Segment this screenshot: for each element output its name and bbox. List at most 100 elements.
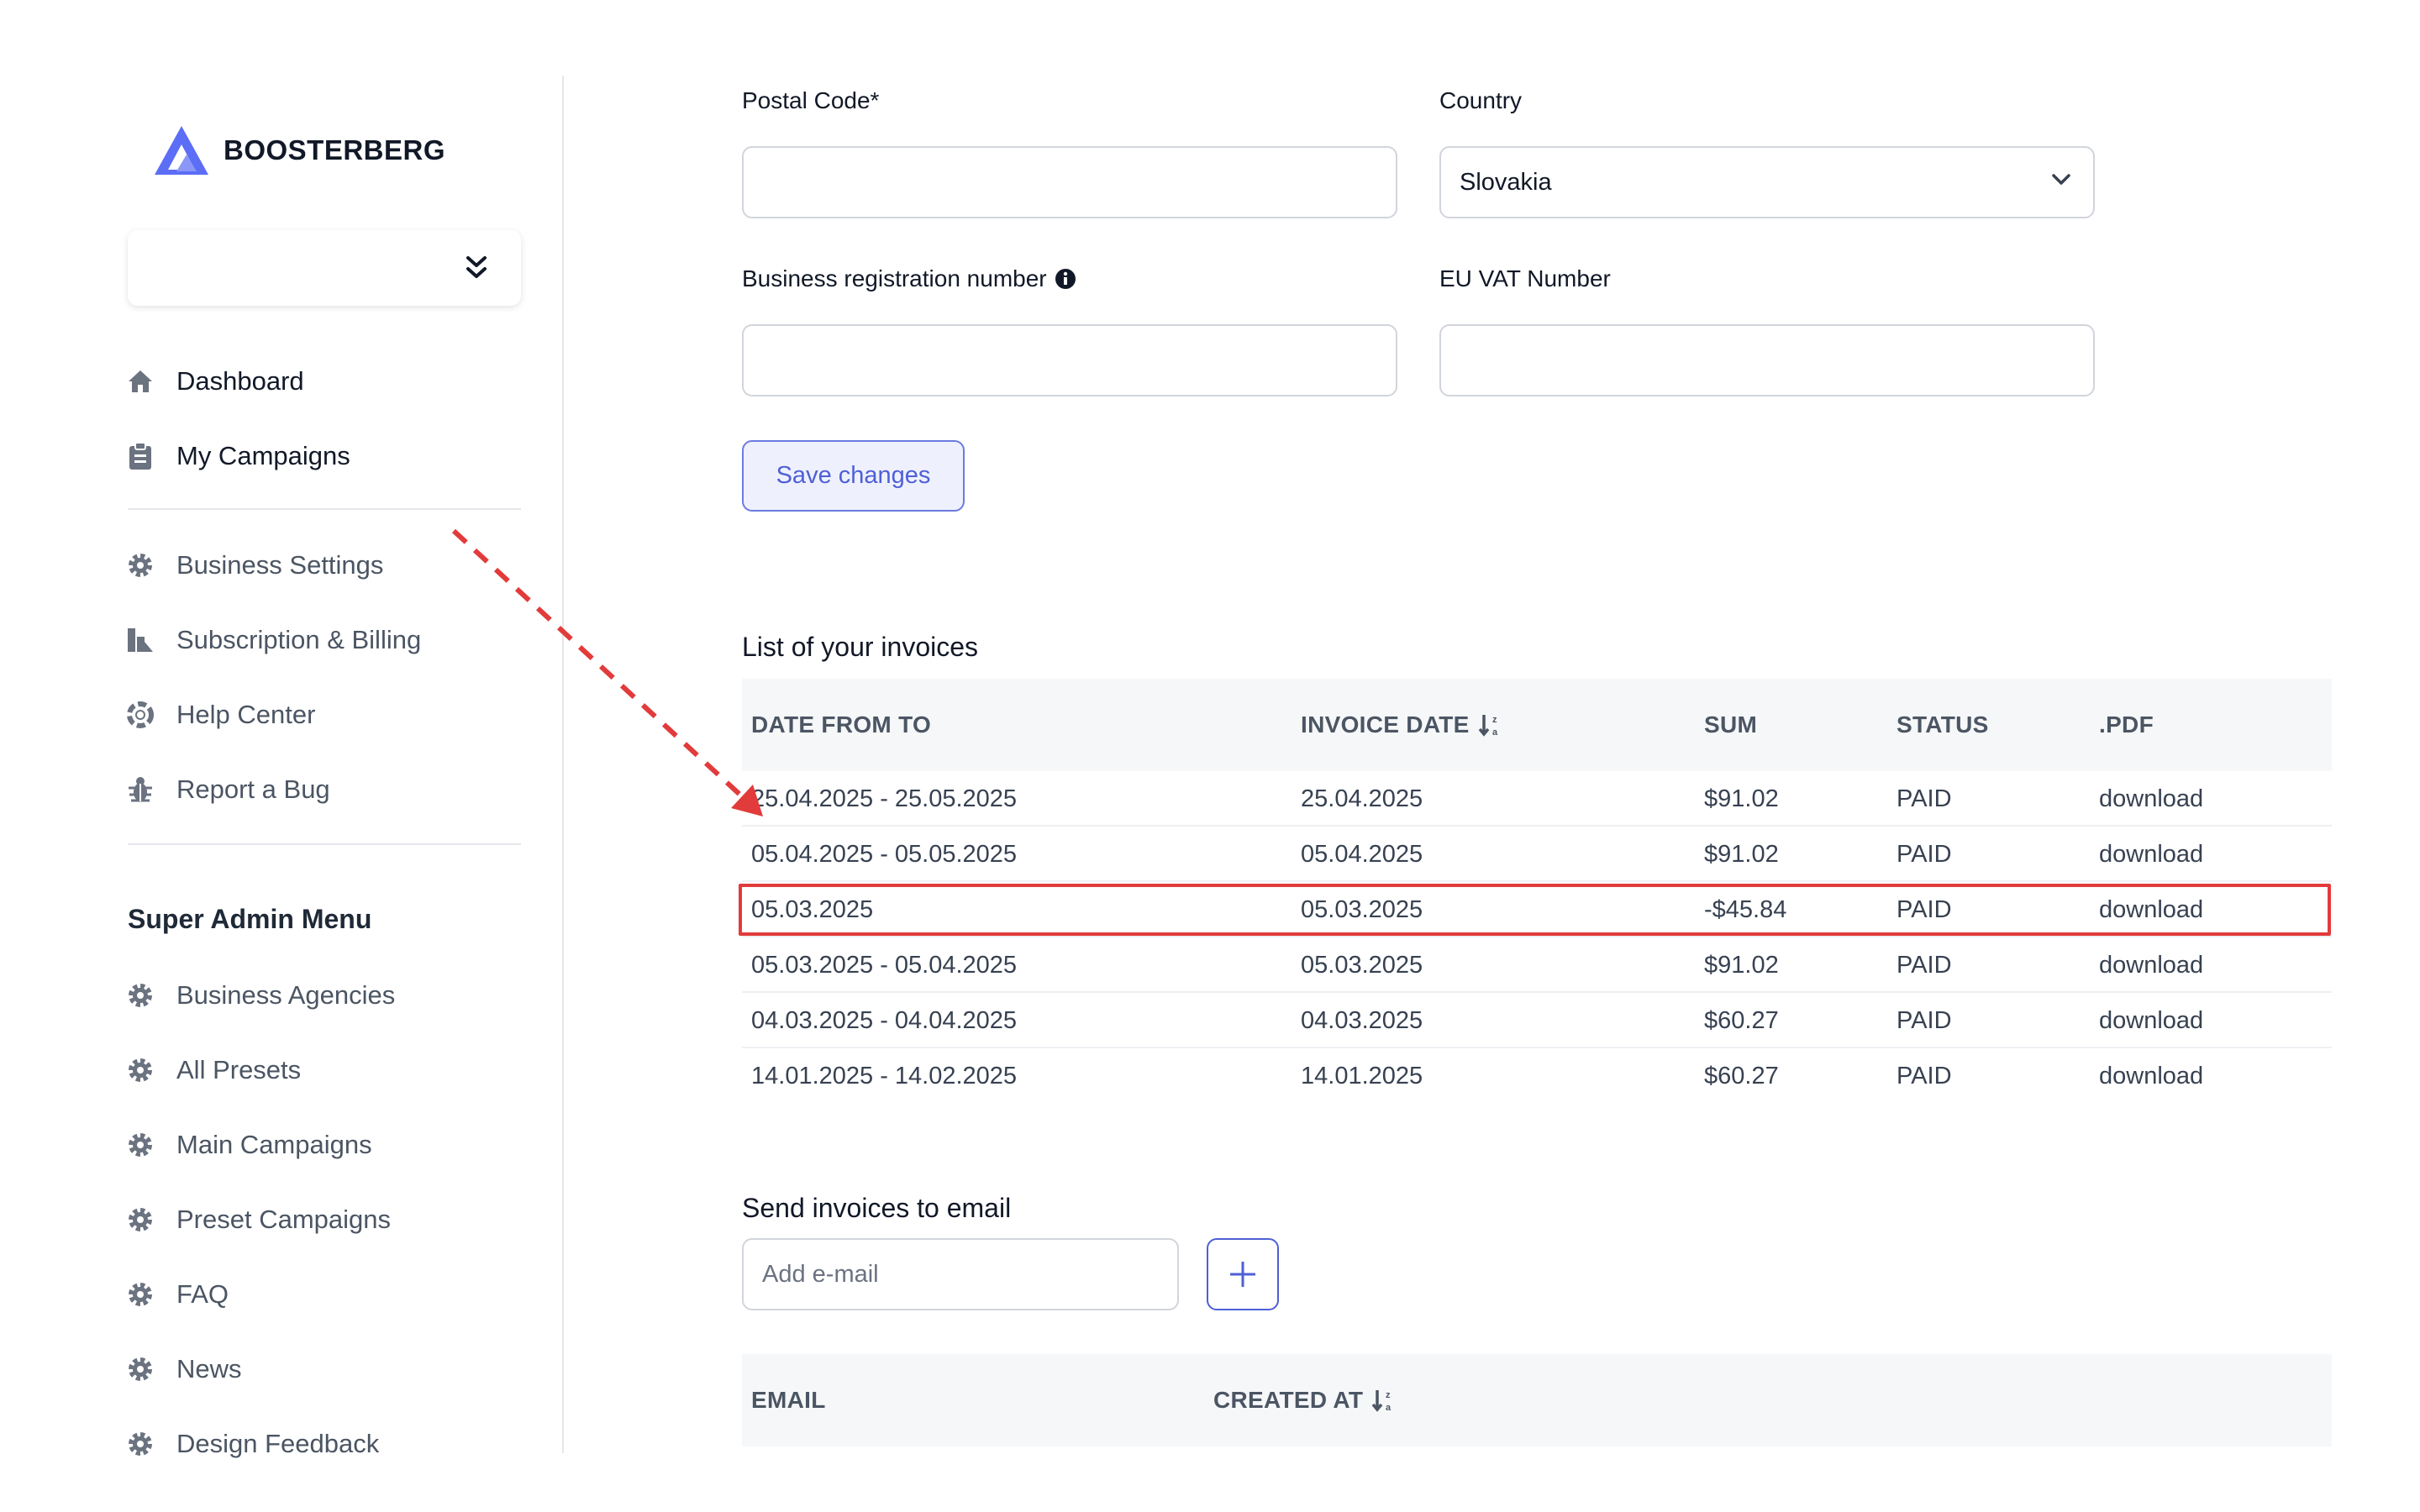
sidebar-border <box>562 76 564 1453</box>
brand-name: BOOSTERBERG <box>224 134 446 165</box>
sort-icon[interactable]: za <box>1478 712 1503 738</box>
table-row: 04.03.2025 - 04.04.2025 04.03.2025 $60.2… <box>742 993 2332 1048</box>
gear-icon <box>126 1205 155 1234</box>
cell-date-range: 04.03.2025 - 04.04.2025 <box>751 1006 1018 1034</box>
sidebar-item-label: Main Campaigns <box>176 1130 372 1159</box>
cell-sum: $91.02 <box>1704 951 1779 979</box>
invoices-table-header: DATE FROM TO INVOICE DATE za SUM STATUS … <box>742 679 2332 771</box>
sidebar-item-design-feedback[interactable]: Design Feedback <box>126 1419 379 1469</box>
gear-icon <box>126 1355 155 1383</box>
sidebar-item-label: Business Agencies <box>176 980 396 1010</box>
cell-sum: $60.27 <box>1704 1062 1779 1089</box>
gear-icon <box>126 1280 155 1309</box>
sidebar-item-label: My Campaigns <box>176 441 350 470</box>
sort-icon[interactable]: za <box>1371 1388 1397 1413</box>
sidebar-item-label: Subscription & Billing <box>176 625 422 654</box>
svg-text:z: z <box>1492 715 1497 725</box>
download-link[interactable]: download <box>2099 1048 2203 1104</box>
country-select[interactable]: Slovakia <box>1439 146 2095 218</box>
sidebar-item-report-bug[interactable]: Report a Bug <box>126 764 330 815</box>
sidebar-item-label: All Presets <box>176 1055 302 1084</box>
cell-invoice-date: 04.03.2025 <box>1301 1006 1423 1034</box>
sidebar-item-dashboard[interactable]: Dashboard <box>126 356 304 407</box>
cell-date-range: 05.04.2025 - 05.05.2025 <box>751 840 1018 868</box>
sidebar-item-business-settings[interactable]: Business Settings <box>126 540 383 591</box>
save-changes-button[interactable]: Save changes <box>742 440 965 512</box>
plus-icon <box>1230 1262 1255 1287</box>
cell-status: PAID <box>1897 785 1952 812</box>
cell-status: PAID <box>1897 1006 1952 1034</box>
business-registration-input[interactable] <box>742 324 1397 396</box>
sidebar-item-label: FAQ <box>176 1279 229 1309</box>
table-row: 14.01.2025 - 14.02.2025 14.01.2025 $60.2… <box>742 1048 2332 1104</box>
add-email-button[interactable] <box>1207 1238 1279 1310</box>
invoices-heading: List of your invoices <box>742 632 979 662</box>
info-icon[interactable] <box>1055 268 1076 290</box>
gear-icon <box>126 1131 155 1159</box>
gear-icon <box>126 981 155 1010</box>
cell-sum: $91.02 <box>1704 785 1779 812</box>
column-invoice-date[interactable]: INVOICE DATE za <box>1301 679 1503 771</box>
svg-text:a: a <box>1386 1403 1392 1413</box>
sidebar-item-label: Dashboard <box>176 366 304 396</box>
svg-text:a: a <box>1492 727 1498 738</box>
super-admin-menu-title: Super Admin Menu <box>128 904 372 934</box>
sidebar-item-label: Design Feedback <box>176 1429 380 1458</box>
email-input[interactable] <box>742 1238 1179 1310</box>
sidebar-item-help-center[interactable]: Help Center <box>126 690 315 740</box>
cell-sum: $91.02 <box>1704 840 1779 868</box>
lifebuoy-icon <box>126 701 155 729</box>
email-table-header: EMAIL CREATED AT za <box>742 1354 2332 1446</box>
download-link[interactable]: download <box>2099 827 2203 882</box>
column-status: STATUS <box>1897 711 1989 738</box>
gear-icon <box>126 1430 155 1458</box>
clipboard-icon <box>126 442 155 470</box>
sidebar-item-preset-campaigns[interactable]: Preset Campaigns <box>126 1194 391 1245</box>
sidebar-item-all-presets[interactable]: All Presets <box>126 1045 301 1095</box>
sidebar-item-business-agencies[interactable]: Business Agencies <box>126 970 395 1021</box>
column-invoice-date-label: INVOICE DATE <box>1301 711 1470 738</box>
gear-icon <box>126 1056 155 1084</box>
sidebar-item-label: Help Center <box>176 700 316 729</box>
business-registration-label: Business registration number <box>742 265 1076 292</box>
cell-sum: $60.27 <box>1704 1006 1779 1034</box>
country-select-value: Slovakia <box>1460 168 1552 196</box>
download-link[interactable]: download <box>2099 937 2203 993</box>
download-link[interactable]: download <box>2099 993 2203 1048</box>
eu-vat-input[interactable] <box>1439 324 2095 396</box>
cell-status: PAID <box>1897 840 1952 868</box>
postal-code-label: Postal Code* <box>742 87 880 113</box>
cell-date-range: 14.01.2025 - 14.02.2025 <box>751 1062 1018 1089</box>
sidebar-item-faq[interactable]: FAQ <box>126 1269 229 1320</box>
cell-status: PAID <box>1897 1062 1952 1089</box>
brand-logo[interactable]: BOOSTERBERG <box>153 124 445 176</box>
sidebar-item-label: Preset Campaigns <box>176 1205 392 1234</box>
column-created-at-label: CREATED AT <box>1213 1387 1364 1413</box>
table-row: 05.03.2025 - 05.04.2025 05.03.2025 $91.0… <box>742 937 2332 993</box>
sidebar-item-my-campaigns[interactable]: My Campaigns <box>126 431 350 481</box>
postal-code-input[interactable] <box>742 146 1397 218</box>
cell-date-range: 25.04.2025 - 25.05.2025 <box>751 785 1018 812</box>
cell-status: PAID <box>1897 951 1952 979</box>
sidebar-item-main-campaigns[interactable]: Main Campaigns <box>126 1120 372 1170</box>
eu-vat-label: EU VAT Number <box>1439 265 1611 291</box>
workspace-selector[interactable] <box>128 230 521 306</box>
sidebar-divider <box>128 843 521 845</box>
table-row: 05.04.2025 - 05.05.2025 05.04.2025 $91.0… <box>742 827 2332 882</box>
column-created-at[interactable]: CREATED AT za <box>1213 1354 1397 1446</box>
sidebar-divider <box>128 508 521 510</box>
sidebar-item-label: News <box>176 1354 242 1383</box>
business-registration-label-text: Business registration number <box>742 265 1047 291</box>
bug-icon <box>126 775 155 804</box>
sidebar-item-label: Business Settings <box>176 550 384 580</box>
column-email: EMAIL <box>751 1387 826 1413</box>
home-icon <box>126 367 155 396</box>
sidebar-item-news[interactable]: News <box>126 1344 242 1394</box>
download-link[interactable]: download <box>2099 771 2203 827</box>
cell-invoice-date: 05.04.2025 <box>1301 840 1423 868</box>
column-sum: SUM <box>1704 711 1758 738</box>
send-invoices-heading: Send invoices to email <box>742 1193 1012 1223</box>
billing-icon <box>126 626 155 654</box>
sidebar-item-subscription-billing[interactable]: Subscription & Billing <box>126 615 421 665</box>
chevron-down-icon <box>2052 174 2070 185</box>
